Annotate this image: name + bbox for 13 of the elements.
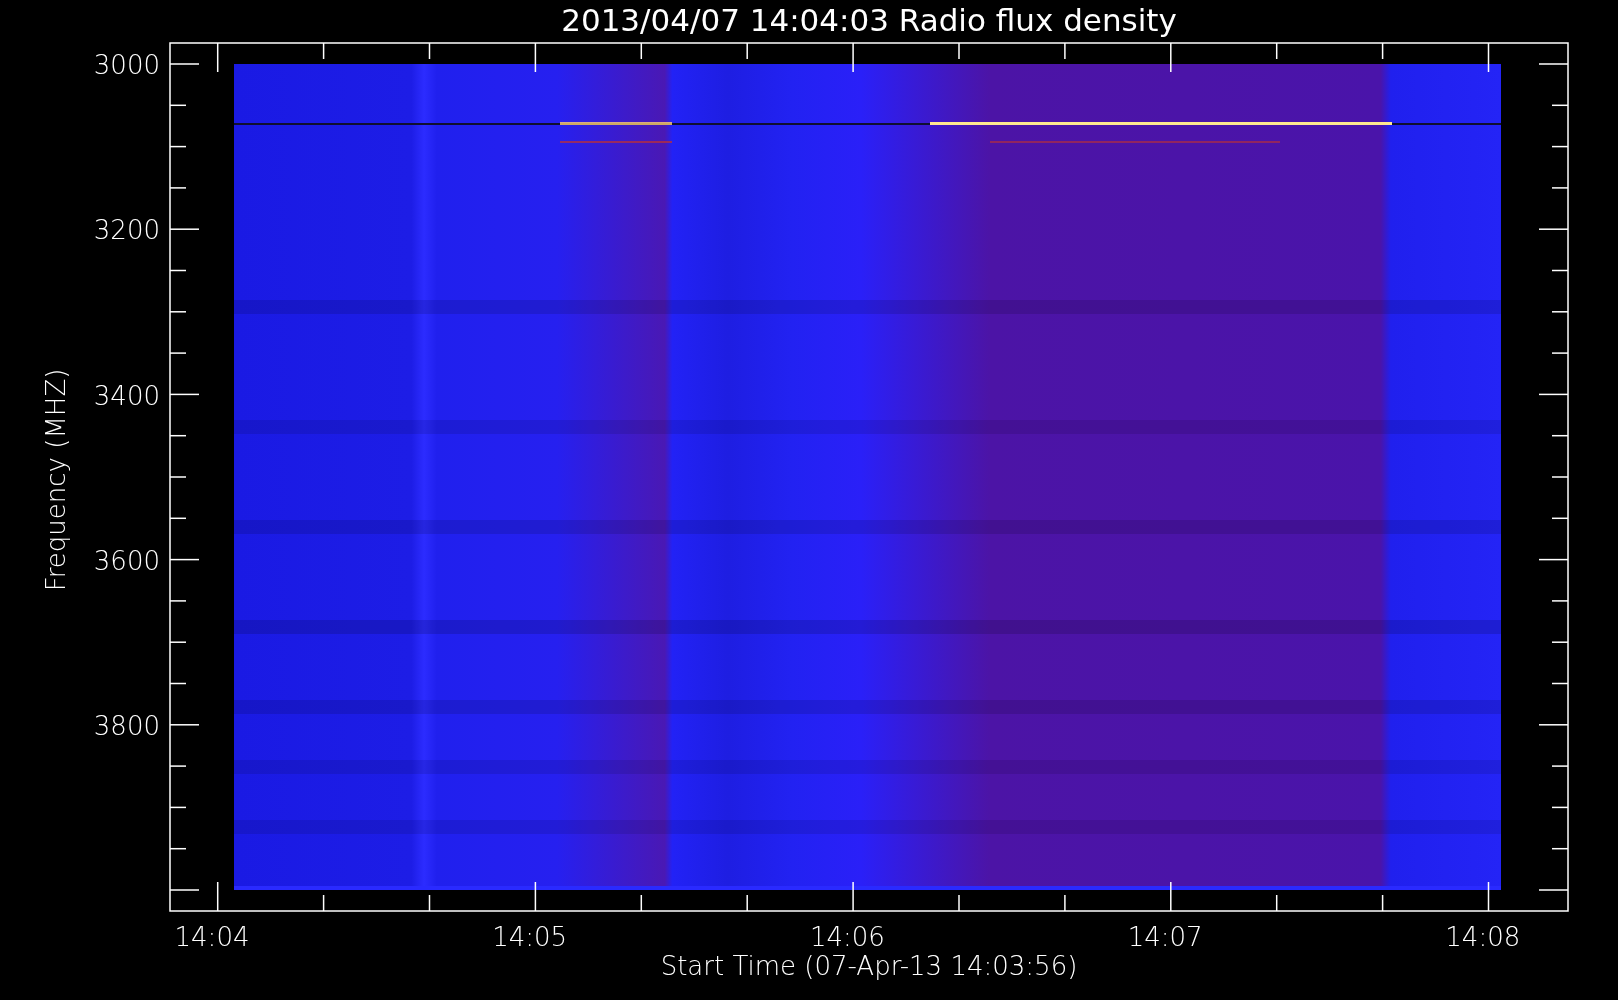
- x-tick-label: 14:04: [174, 922, 250, 952]
- y-tick-label: 3200: [93, 215, 160, 246]
- x-axis-label: Start Time (07-Apr-13 14:03:56): [660, 951, 1078, 981]
- x-tick-label: 14:07: [1127, 922, 1203, 952]
- y-tick-label: 3600: [93, 545, 160, 576]
- y-tick-label: 3400: [93, 380, 160, 411]
- y-tick-label: 3000: [93, 50, 160, 80]
- y-tick-label: 3800: [93, 711, 160, 742]
- x-tick-label: 14:08: [1445, 922, 1521, 952]
- x-tick-label: 14:06: [809, 922, 885, 952]
- y-axis-label: Frequency (MHZ): [41, 368, 71, 592]
- plot-title: 2013/04/07 14:04:03 Radio flux density: [561, 2, 1177, 38]
- x-tick-label: 14:05: [492, 922, 568, 952]
